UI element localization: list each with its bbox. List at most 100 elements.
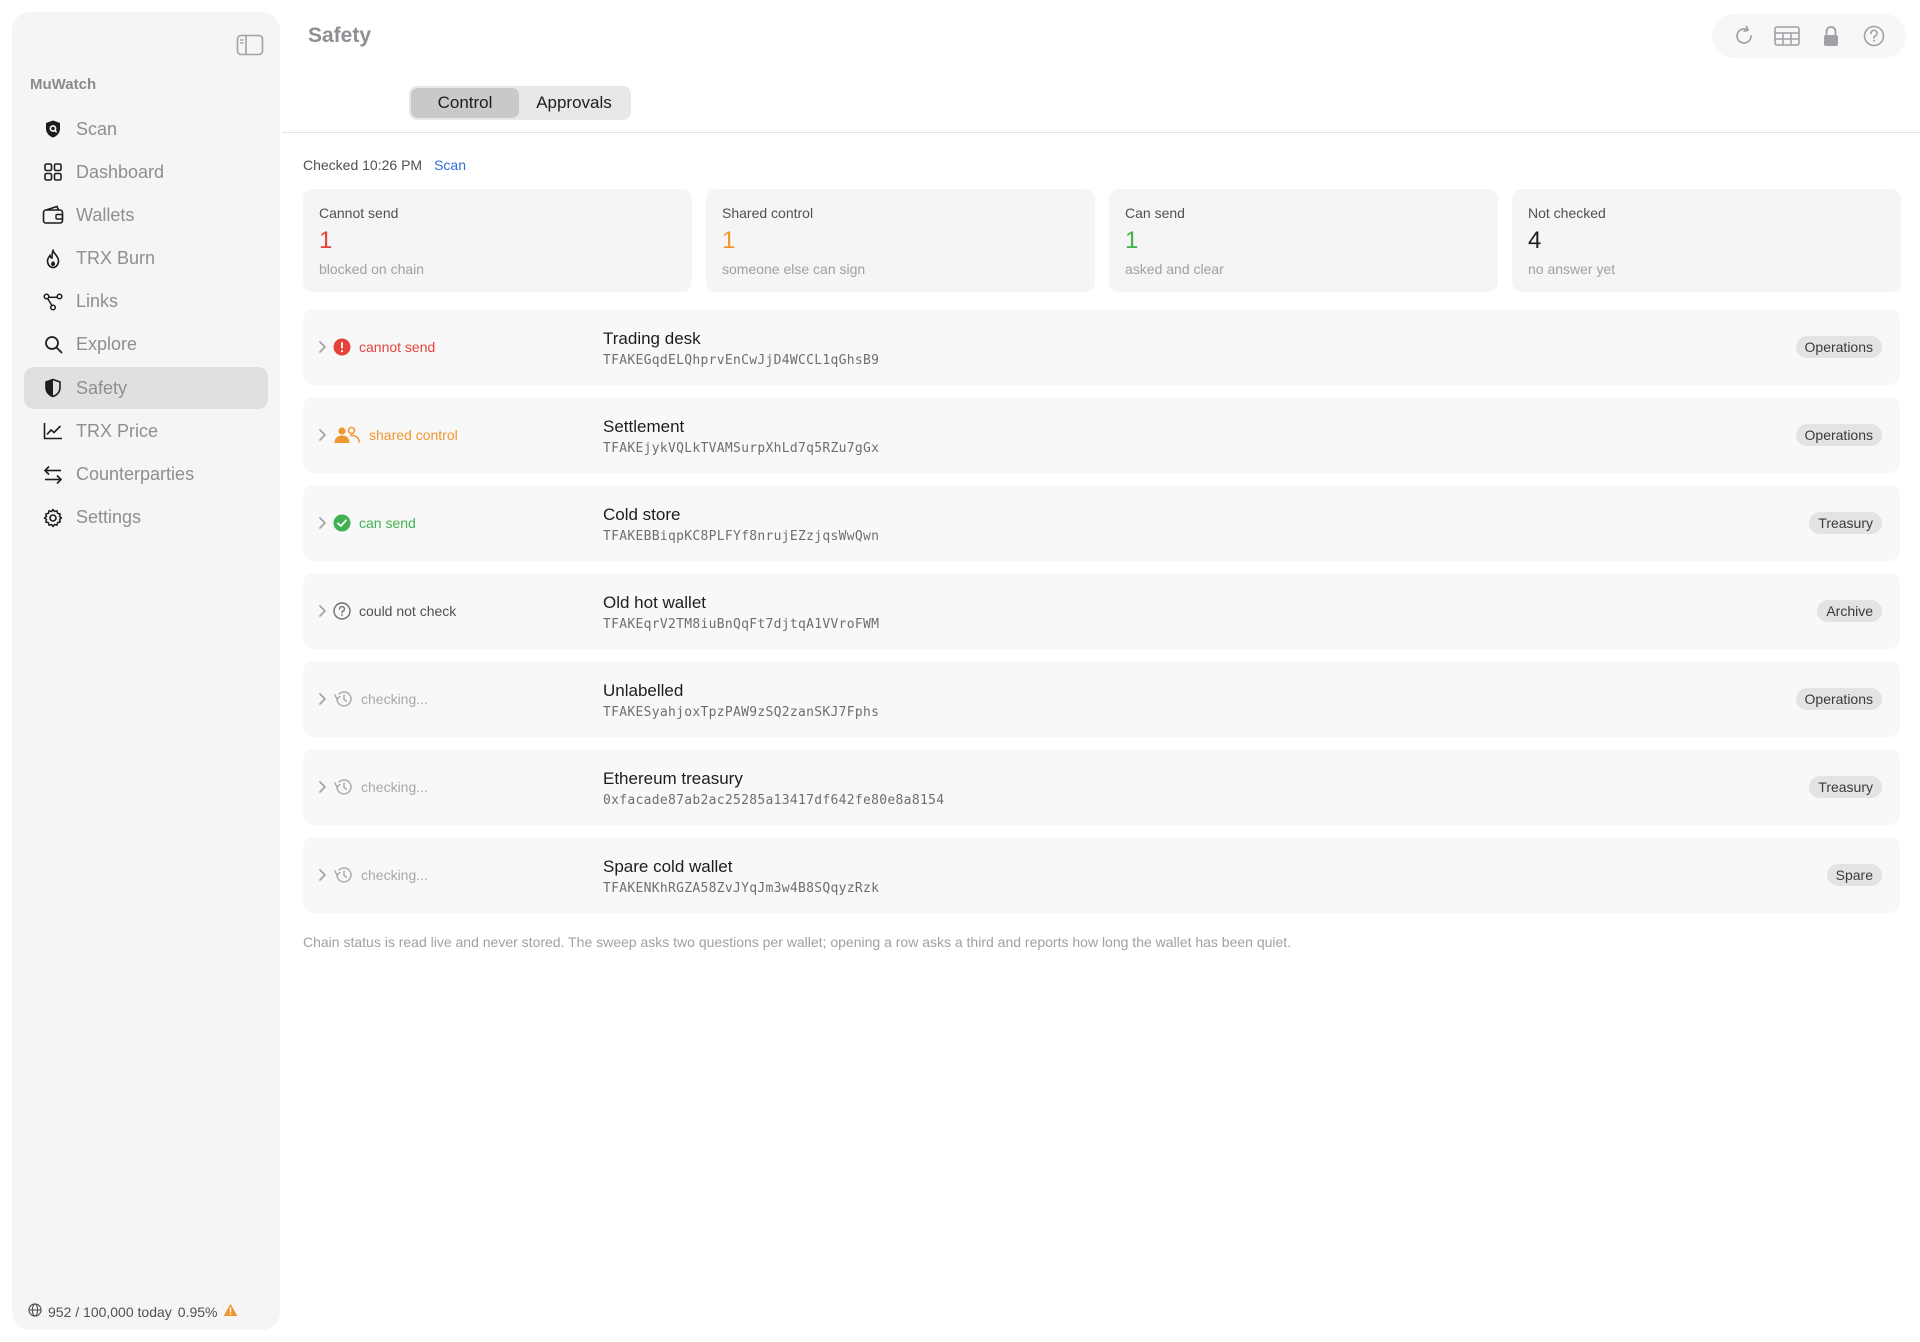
wallet-status-label: could not check (359, 603, 457, 619)
check-circle-icon (333, 514, 351, 532)
wallet-tag: Operations (1795, 336, 1882, 358)
sidebar-toggle-icon[interactable] (236, 34, 264, 56)
wallet-status: cannot send (333, 309, 435, 385)
stat-card-shared-control: Shared control 1 someone else can sign (706, 189, 1095, 292)
wallet-row[interactable]: could not check Old hot wallet TFAKEqrV2… (303, 573, 1900, 649)
sidebar-item-label: Wallets (76, 204, 135, 225)
toolbar (1712, 14, 1906, 58)
wallet-address: TFAKESyahjoxTpzPAW9zSQ2zanSKJ7Fphs (603, 705, 880, 720)
flame-icon (42, 248, 64, 270)
arrows-swap-icon (42, 464, 64, 486)
sidebar-item-label: Counterparties (76, 464, 195, 484)
stat-value: 1 (1125, 227, 1139, 254)
checked-status: Checked 10:26 PM Scan (303, 157, 466, 173)
stat-card-not-checked: Not checked 4 no answer yet (1512, 189, 1901, 292)
stat-card-can-send: Can send 1 asked and clear (1109, 189, 1498, 292)
chevron-right-icon[interactable] (315, 865, 331, 885)
sidebar: MuWatch Scan Dashboard Wallets TRX Burn … (12, 12, 280, 1330)
scan-link[interactable]: Scan (434, 157, 466, 173)
wallet-name: Unlabelled (603, 681, 684, 700)
lock-icon[interactable] (1817, 22, 1845, 50)
wallet-status-label: checking... (361, 691, 428, 707)
history-icon (334, 691, 352, 707)
wallet-status-label: checking... (361, 867, 428, 883)
stat-label: Not checked (1528, 205, 1606, 221)
wallet-status-label: cannot send (359, 339, 436, 355)
stat-label: Cannot send (319, 205, 399, 221)
wallet-list: cannot send Trading desk TFAKEGqdELQhprv… (303, 309, 1900, 925)
chevron-right-icon[interactable] (315, 777, 331, 797)
stat-value: 1 (319, 227, 333, 254)
wallet-status: shared control (333, 397, 458, 473)
sidebar-item-trx-price[interactable]: TRX Price (24, 410, 268, 452)
stats-row: Cannot send 1 blocked on chain Shared co… (303, 189, 1901, 292)
sidebar-item-label: Safety (76, 377, 128, 398)
usage-percent: 0.95% (177, 1303, 218, 1320)
sidebar-item-dashboard[interactable]: Dashboard (24, 151, 268, 193)
tab-bar: Control Approvals (409, 86, 631, 120)
wallet-name: Spare cold wallet (603, 857, 733, 876)
stat-card-cannot-send: Cannot send 1 blocked on chain (303, 189, 692, 292)
wallet-address: TFAKEGqdELQhprvEnCwJjD4WCCL1qGhsB9 (603, 353, 880, 368)
sidebar-item-counterparties[interactable]: Counterparties (24, 454, 268, 496)
wallet-address: TFAKEqrV2TM8iuBnQqFt7djtqA1VVroFWM (603, 617, 880, 632)
wallet-row[interactable]: checking... Unlabelled TFAKESyahjoxTpzPA… (303, 661, 1900, 737)
stat-value: 4 (1528, 227, 1542, 254)
main-content: Safety Control Approvals Checked 10:26 P… (282, 0, 1920, 1342)
chevron-right-icon[interactable] (315, 337, 331, 357)
wallet-tag: Operations (1795, 688, 1882, 710)
wallet-row[interactable]: checking... Spare cold wallet TFAKENKhRG… (303, 837, 1900, 913)
network-icon (42, 291, 64, 313)
warning-icon (223, 1303, 238, 1320)
chevron-right-icon[interactable] (315, 689, 331, 709)
tab-control[interactable]: Control (411, 88, 519, 118)
wallet-name: Settlement (603, 417, 685, 436)
search-icon (42, 334, 64, 356)
grid-icon (42, 161, 64, 183)
stat-sub: no answer yet (1528, 261, 1616, 277)
stat-label: Shared control (722, 205, 814, 221)
wallet-row[interactable]: can send Cold store TFAKEBBiqpKC8PLFYf8n… (303, 485, 1900, 561)
wallet-name: Ethereum treasury (603, 769, 743, 788)
wallet-row[interactable]: cannot send Trading desk TFAKEGqdELQhprv… (303, 309, 1900, 385)
sidebar-item-trx-burn[interactable]: TRX Burn (24, 238, 268, 280)
sidebar-nav: Scan Dashboard Wallets TRX Burn Links Ex… (24, 108, 268, 540)
wallet-status: checking... (333, 837, 428, 913)
refresh-icon[interactable] (1730, 22, 1758, 50)
sidebar-item-explore[interactable]: Explore (24, 324, 268, 366)
api-usage: 952 / 100,000 today 0.95% (28, 1303, 238, 1320)
chevron-right-icon[interactable] (315, 513, 331, 533)
wallet-row[interactable]: checking... Ethereum treasury 0xfacade87… (303, 749, 1900, 825)
wallet-status: checking... (333, 749, 428, 825)
wallet-row[interactable]: shared control Settlement TFAKEjykVQLkTV… (303, 397, 1900, 473)
wallet-name: Trading desk (603, 329, 701, 348)
wallet-tag: Archive (1817, 600, 1882, 622)
globe-icon (28, 1303, 42, 1320)
sidebar-item-label: Dashboard (76, 161, 165, 182)
sidebar-item-label: Links (76, 291, 119, 312)
wallet-icon (42, 204, 64, 226)
sidebar-item-label: TRX Price (76, 420, 159, 441)
page-title: Safety (308, 24, 372, 47)
wallet-status-label: shared control (369, 427, 458, 443)
wallet-status: can send (333, 485, 416, 561)
chevron-right-icon[interactable] (315, 601, 331, 621)
help-icon[interactable] (1860, 22, 1888, 50)
sidebar-item-wallets[interactable]: Wallets (24, 194, 268, 236)
sidebar-item-safety[interactable]: Safety (24, 367, 268, 410)
checked-time: Checked 10:26 PM (303, 157, 423, 173)
stat-label: Can send (1125, 205, 1185, 221)
footnote: Chain status is read live and never stor… (303, 934, 1292, 950)
sidebar-item-settings[interactable]: Settings (24, 497, 268, 539)
alert-circle-icon (333, 338, 351, 356)
chevron-right-icon[interactable] (315, 425, 331, 445)
stat-sub: blocked on chain (319, 261, 425, 277)
wallet-tag: Treasury (1809, 512, 1882, 534)
tab-approvals[interactable]: Approvals (519, 88, 629, 118)
sidebar-item-links[interactable]: Links (24, 281, 268, 323)
stat-value: 1 (722, 227, 736, 254)
stat-sub: someone else can sign (722, 261, 866, 277)
wallet-tag: Spare (1826, 864, 1882, 886)
sidebar-item-scan[interactable]: Scan (24, 108, 268, 150)
table-icon[interactable] (1773, 22, 1801, 50)
